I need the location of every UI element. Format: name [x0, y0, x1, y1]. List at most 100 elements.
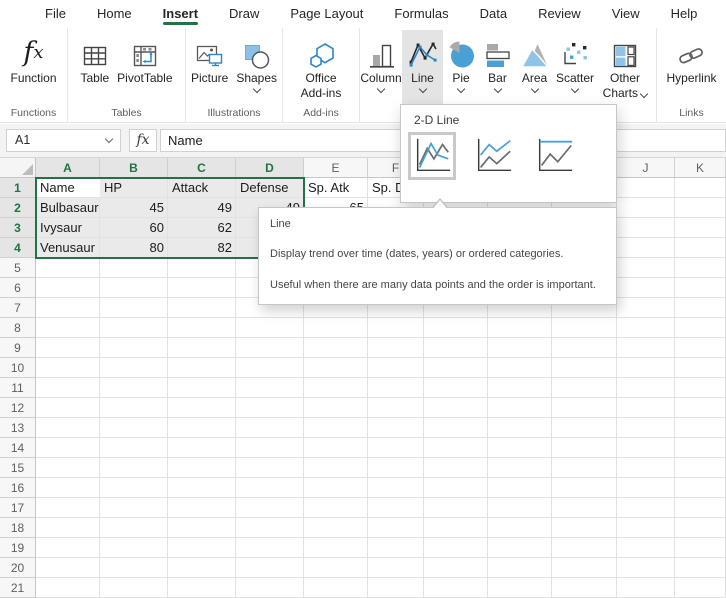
row-header-18[interactable]: 18 [0, 518, 36, 538]
group-illustrations: Picture Shapes Illustrations [186, 28, 283, 123]
scatter-dropdown-chevron-icon [570, 84, 580, 94]
function-fx-icon: fx [23, 37, 44, 68]
column-chart-icon [367, 32, 396, 70]
group-label-addins: Add-ins [303, 107, 339, 119]
tooltip-paragraph-2: Useful when there are many data points a… [270, 278, 596, 291]
other-charts-icon [611, 32, 639, 70]
scatter-chart-icon [560, 32, 590, 70]
scatter-chart-button[interactable]: Scatter [553, 30, 597, 106]
row-header-21[interactable]: 21 [0, 578, 36, 598]
column-header-D[interactable]: D [236, 158, 304, 178]
shapes-button[interactable]: Shapes [232, 30, 281, 106]
select-all-corner[interactable] [0, 158, 36, 178]
group-label-functions: Functions [10, 107, 57, 119]
row-header-15[interactable]: 15 [0, 458, 36, 478]
gridline [36, 397, 726, 398]
column-header-J[interactable]: J [617, 158, 675, 178]
line-chart-button[interactable]: Line [402, 30, 443, 106]
gridline [674, 178, 675, 598]
gridline [36, 537, 726, 538]
area-chart-button[interactable]: Area [516, 30, 553, 106]
column-header-K[interactable]: K [675, 158, 726, 178]
row-header-2[interactable]: 2 [0, 198, 36, 218]
ribbon: fx Function Functions Table PivotTable T… [0, 28, 726, 123]
row-header-6[interactable]: 6 [0, 278, 36, 298]
row-header-4[interactable]: 4 [0, 238, 36, 258]
gridline [36, 317, 726, 318]
column-header-B[interactable]: B [100, 158, 168, 178]
row-header-11[interactable]: 11 [0, 378, 36, 398]
column-header-E[interactable]: E [304, 158, 368, 178]
menu-view[interactable]: View [612, 0, 640, 28]
row-header-14[interactable]: 14 [0, 438, 36, 458]
group-functions: fx Function Functions [0, 28, 68, 123]
row-header-20[interactable]: 20 [0, 558, 36, 578]
group-addins: Office Add-ins Add-ins [283, 28, 360, 123]
table-icon [81, 32, 109, 70]
hyperlink-button[interactable]: Hyperlink [662, 30, 720, 106]
menu-insert[interactable]: Insert [162, 0, 199, 28]
column-chart-button[interactable]: Column [360, 30, 402, 106]
gridline [36, 517, 726, 518]
name-box[interactable]: A1 [6, 129, 121, 152]
menu-formulas[interactable]: Formulas [394, 0, 448, 28]
line-chart-thumb[interactable] [408, 132, 456, 180]
menu-data[interactable]: Data [480, 0, 507, 28]
excel-window: File Home Insert Draw Page Layout Formul… [0, 0, 726, 598]
pie-chart-button[interactable]: Pie [443, 30, 479, 106]
area-chart-icon [519, 32, 550, 70]
column-header-C[interactable]: C [168, 158, 236, 178]
row-header-1[interactable]: 1 [0, 178, 36, 198]
column-dropdown-chevron-icon [376, 84, 386, 94]
row-header-16[interactable]: 16 [0, 478, 36, 498]
pie-chart-icon [446, 32, 477, 70]
flyout-heading: 2-D Line [414, 113, 460, 127]
function-button[interactable]: fx Function [6, 30, 60, 106]
gridline [36, 477, 726, 478]
row-header-7[interactable]: 7 [0, 298, 36, 318]
formula-bar: A1 fx Name [0, 124, 726, 158]
cell-E1[interactable]: Sp. Atk [304, 178, 368, 198]
row-header-12[interactable]: 12 [0, 398, 36, 418]
picture-button[interactable]: Picture [187, 30, 232, 106]
line-chart-flyout: 2-D Line [400, 104, 617, 203]
row-header-5[interactable]: 5 [0, 258, 36, 278]
row-header-10[interactable]: 10 [0, 358, 36, 378]
100-stacked-line-chart-thumb[interactable] [530, 132, 578, 180]
area-dropdown-chevron-icon [530, 84, 539, 94]
gridline [36, 457, 726, 458]
name-box-chevron-icon [104, 134, 114, 144]
tooltip-title: Line [270, 218, 291, 230]
row-header-3[interactable]: 3 [0, 218, 36, 238]
group-tables: Table PivotTable Tables [68, 28, 186, 123]
other-charts-dropdown-chevron-icon [640, 89, 649, 99]
stacked-line-chart-thumb[interactable] [469, 132, 517, 180]
select-all-triangle-icon [22, 164, 33, 175]
office-addins-button[interactable]: Office Add-ins [297, 30, 346, 106]
table-button[interactable]: Table [76, 30, 113, 106]
gridline [36, 557, 726, 558]
other-charts-button[interactable]: Other Charts [597, 30, 653, 106]
row-header-17[interactable]: 17 [0, 498, 36, 518]
picture-icon [195, 32, 225, 70]
menu-help[interactable]: Help [671, 0, 698, 28]
menu-home[interactable]: Home [97, 0, 132, 28]
pivottable-button[interactable]: PivotTable [113, 30, 176, 106]
menu-page-layout[interactable]: Page Layout [290, 0, 363, 28]
row-header-8[interactable]: 8 [0, 318, 36, 338]
menu-file[interactable]: File [45, 0, 66, 28]
gridline [36, 577, 726, 578]
row-header-13[interactable]: 13 [0, 418, 36, 438]
pie-dropdown-chevron-icon [456, 84, 466, 94]
bar-chart-button[interactable]: Bar [479, 30, 516, 106]
menu-draw[interactable]: Draw [229, 0, 259, 28]
gridline [36, 497, 726, 498]
insert-function-button[interactable]: fx [129, 129, 157, 152]
tooltip-paragraph-1: Display trend over time (dates, years) o… [270, 248, 564, 261]
shapes-icon [243, 32, 270, 70]
menu-review[interactable]: Review [538, 0, 581, 28]
row-header-9[interactable]: 9 [0, 338, 36, 358]
row-header-19[interactable]: 19 [0, 538, 36, 558]
column-header-A[interactable]: A [36, 158, 100, 178]
pivottable-icon [131, 32, 159, 70]
